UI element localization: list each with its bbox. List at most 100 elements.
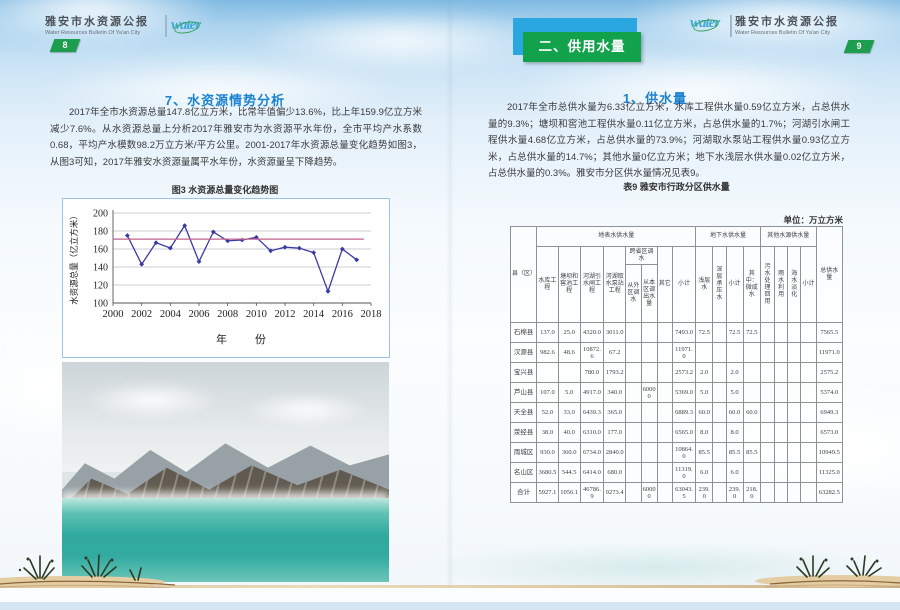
table-cell xyxy=(626,383,641,403)
table-cell: 6565.0 xyxy=(672,423,695,443)
left-page-number: 8 xyxy=(52,39,78,52)
table-cell xyxy=(626,403,641,423)
x-tick-label: 2012 xyxy=(275,309,296,320)
table-row: 石棉县137.025.04320.03011.07493.072.572.572… xyxy=(511,323,843,343)
table-cell xyxy=(641,343,657,363)
table-cell xyxy=(801,343,816,363)
table-cell: 6414.0 xyxy=(580,463,603,483)
table-cell xyxy=(775,323,788,343)
header-pond: 塘坝和窖池工程 xyxy=(558,247,580,323)
right-shore-grass xyxy=(755,548,900,590)
table-cell xyxy=(713,463,726,483)
table-cell xyxy=(788,343,801,363)
table-cell: 5374.0 xyxy=(816,383,842,403)
table-cell xyxy=(743,463,760,483)
water-logo: water xyxy=(171,17,200,34)
header-subtotal-surface: 小计 xyxy=(672,247,695,323)
table-cell xyxy=(760,323,774,343)
table-cell: 11325.0 xyxy=(816,463,842,483)
y-tick-label: 120 xyxy=(93,281,108,292)
table-cell xyxy=(775,343,788,363)
table-cell xyxy=(743,343,760,363)
table-row: 名山区3680.5544.56414.0680.011319.06.06.011… xyxy=(511,463,843,483)
table-cell xyxy=(641,403,657,423)
table-cell: 2573.2 xyxy=(672,363,695,383)
table-cell xyxy=(801,463,816,483)
table-cell xyxy=(743,383,760,403)
table-cell xyxy=(641,423,657,443)
table-cell xyxy=(726,343,743,363)
page-gutter xyxy=(446,0,454,610)
table-cell xyxy=(696,343,713,363)
table-cell xyxy=(775,383,788,403)
table-cell: 177.0 xyxy=(604,423,626,443)
x-axis-label: 年 份 xyxy=(216,332,268,346)
left-page-number-badge: 8 xyxy=(50,39,81,52)
header-reservoir: 水库工程 xyxy=(537,247,558,323)
table-cell: 85.5 xyxy=(696,443,713,463)
chart-title: 图3 水资源总量变化趋势图 xyxy=(60,183,390,196)
table-cell xyxy=(713,363,726,383)
table-title: 表9 雅安市行政分区供水量 xyxy=(510,180,843,193)
table-cell xyxy=(760,423,774,443)
bottom-margin xyxy=(0,588,900,602)
table-cell: 6734.0 xyxy=(580,443,603,463)
table-cell xyxy=(801,383,816,403)
x-tick-label: 2014 xyxy=(303,309,325,320)
table-cell: 63282.5 xyxy=(816,483,842,503)
table-cell xyxy=(788,323,801,343)
trend-chart-svg: 1001201401601802002000200220042006200820… xyxy=(65,203,387,353)
table-cell xyxy=(801,423,816,443)
table-cell xyxy=(775,443,788,463)
table-cell xyxy=(657,363,672,383)
right-page-header: water 雅安市水资源公报 Water Resources Bulletin … xyxy=(735,13,839,36)
table-cell: 85.5 xyxy=(726,443,743,463)
table-cell xyxy=(626,483,641,503)
header-subtotal-ground: 小计 xyxy=(726,247,743,323)
table-cell xyxy=(558,363,580,383)
table-cell: 63043.5 xyxy=(672,483,695,503)
table-cell: 6573.0 xyxy=(816,423,842,443)
table-cell-region: 汉源县 xyxy=(511,343,537,363)
table-cell xyxy=(626,423,641,443)
right-page-number-badge: 9 xyxy=(844,40,875,53)
table-cell: 60.0 xyxy=(696,403,713,423)
table-cell xyxy=(657,423,672,443)
x-tick-label: 2006 xyxy=(189,309,210,320)
table-cell xyxy=(788,443,801,463)
x-tick-label: 2018 xyxy=(361,309,382,320)
table-cell xyxy=(760,463,774,483)
table-row: 合计5927.11056.146786.99273.46000063043.52… xyxy=(511,483,843,503)
table-row: 雨城区930.0360.06734.02840.010864.085.585.5… xyxy=(511,443,843,463)
table-cell-region: 合计 xyxy=(511,483,537,503)
table-cell xyxy=(788,423,801,443)
right-paragraph: 2017年全市总供水量为6.33亿立方米，水库工程供水量0.59亿立方米，占总供… xyxy=(488,100,850,183)
left-paragraph: 2017年全市水资源总量147.8亿立方米，比常年值偏少13.6%，比上年159… xyxy=(50,105,422,171)
table-cell xyxy=(760,483,774,503)
table-cell-region: 石棉县 xyxy=(511,323,537,343)
data-marker xyxy=(240,238,245,243)
x-tick-label: 2016 xyxy=(332,309,353,320)
table-cell xyxy=(713,403,726,423)
table-cell: 930.0 xyxy=(537,443,558,463)
header-deep: 深层承压水 xyxy=(713,247,726,323)
x-tick-label: 2010 xyxy=(246,309,267,320)
table-cell: 1056.1 xyxy=(558,483,580,503)
left-header-subtitle: Water Resources Bulletin Of Ya'an City xyxy=(45,30,149,36)
header-rain: 雨水利用 xyxy=(775,247,788,323)
table-cell: 4917.0 xyxy=(580,383,603,403)
header-shallow: 浅层水 xyxy=(696,247,713,323)
table-cell: 5.0 xyxy=(558,383,580,403)
table-cell: 6.0 xyxy=(696,463,713,483)
table-cell: 6889.3 xyxy=(672,403,695,423)
header-region: 县（区） xyxy=(511,227,537,323)
table-cell xyxy=(801,363,816,383)
table-cell xyxy=(788,403,801,423)
table-cell: 8.0 xyxy=(696,423,713,443)
table-cell: 218.0 xyxy=(743,483,760,503)
table-cell xyxy=(626,463,641,483)
table-cell: 11971.0 xyxy=(672,343,695,363)
header-divider xyxy=(165,15,167,37)
header-sewage: 污水处理回用 xyxy=(760,247,774,323)
table-cell xyxy=(775,423,788,443)
